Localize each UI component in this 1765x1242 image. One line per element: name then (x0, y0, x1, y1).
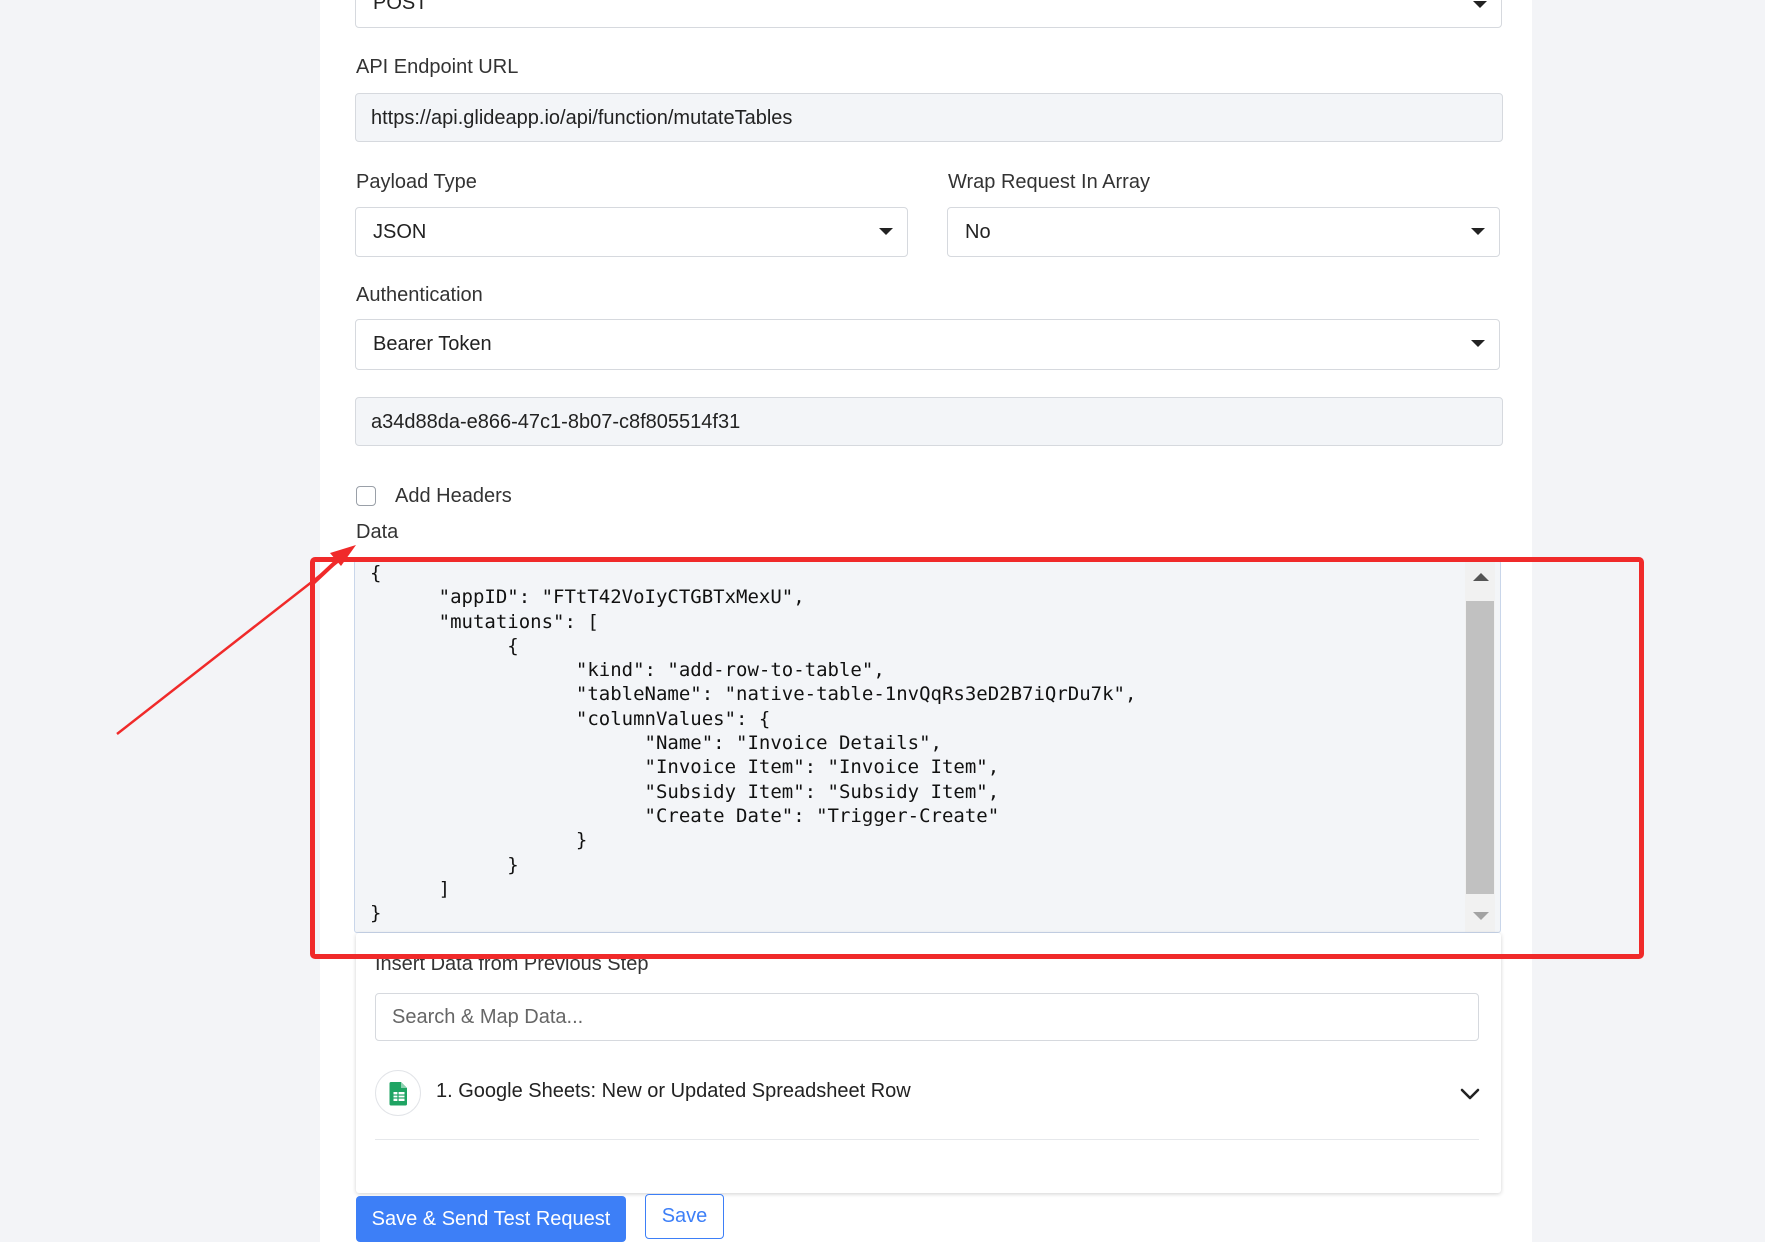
google-sheets-glyph (389, 1082, 407, 1106)
endpoint-label: API Endpoint URL (356, 56, 519, 78)
wrap-request-value: No (965, 221, 991, 243)
authentication-select[interactable]: Bearer Token (355, 319, 1500, 370)
data-json-body: { "appID": "FTtT42VoIyCTGBTxMexU", "muta… (370, 562, 1137, 925)
scroll-up-icon[interactable] (1473, 573, 1489, 581)
authentication-label: Authentication (356, 284, 483, 306)
payload-type-select[interactable]: JSON (355, 207, 908, 257)
scroll-thumb[interactable] (1466, 601, 1494, 894)
scroll-down-icon[interactable] (1473, 912, 1489, 920)
save-button[interactable]: Save (645, 1194, 724, 1239)
data-label: Data (356, 521, 399, 543)
wrap-request-select[interactable]: No (947, 207, 1500, 257)
google-sheets-icon (375, 1070, 421, 1116)
save-send-test-button[interactable]: Save & Send Test Request (356, 1196, 626, 1242)
previous-step-label: 1. Google Sheets: New or Updated Spreads… (436, 1080, 911, 1102)
insert-data-panel: Insert Data from Previous Step 1. Google… (356, 933, 1501, 1193)
wrap-request-label: Wrap Request In Array (948, 171, 1150, 193)
search-map-data-input[interactable] (376, 994, 1478, 1040)
caret-down-icon (879, 228, 893, 235)
endpoint-url-value: https://api.glideapp.io/api/function/mut… (371, 107, 793, 129)
method-value: POST (373, 0, 428, 14)
payload-type-value: JSON (373, 221, 427, 243)
endpoint-url-input[interactable]: https://api.glideapp.io/api/function/mut… (355, 93, 1503, 142)
caret-down-icon (1471, 228, 1485, 235)
editor-scrollbar[interactable] (1465, 561, 1495, 932)
method-select[interactable]: POST (355, 0, 1502, 28)
annotation-arrow-line (116, 555, 346, 735)
authentication-value: Bearer Token (373, 333, 492, 355)
previous-step-item[interactable]: 1. Google Sheets: New or Updated Spreads… (375, 1069, 1480, 1140)
bearer-token-value: a34d88da-e866-47c1-8b07-c8f805514f31 (371, 411, 741, 433)
payload-type-label: Payload Type (356, 171, 477, 193)
caret-down-icon (1473, 1, 1487, 8)
data-code-editor[interactable]: { "appID": "FTtT42VoIyCTGBTxMexU", "muta… (354, 560, 1501, 933)
caret-down-icon (1471, 340, 1485, 347)
insert-data-title: Insert Data from Previous Step (375, 953, 649, 975)
search-map-data-field[interactable] (375, 993, 1479, 1041)
chevron-down-icon[interactable] (1460, 1087, 1480, 1101)
add-headers-checkbox[interactable] (356, 486, 376, 506)
add-headers-label: Add Headers (395, 485, 512, 507)
bearer-token-input[interactable]: a34d88da-e866-47c1-8b07-c8f805514f31 (355, 397, 1503, 446)
